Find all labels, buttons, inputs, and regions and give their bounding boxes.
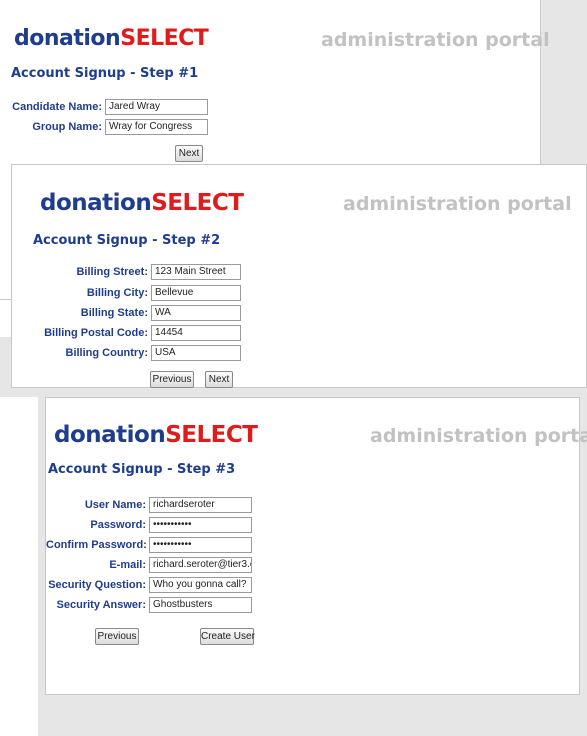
billing-country-input[interactable]: USA: [151, 345, 241, 361]
step3-field-row: User Name: richardseroter: [46, 496, 252, 514]
candidate-name-input[interactable]: Jared Wray: [105, 99, 208, 115]
field-label: Security Question:: [48, 579, 146, 591]
billing-city-input[interactable]: Bellevue: [151, 285, 241, 301]
step2-field-row: Billing City: Bellevue: [12, 284, 241, 302]
confirm-password-input[interactable]: •••••••••••: [149, 537, 252, 553]
portal-title: administration portal: [370, 425, 587, 447]
step2-heading: Account Signup - Step #2: [33, 233, 221, 248]
field-label: Confirm Password:: [46, 539, 147, 551]
step2-field-row: Billing Postal Code: 14454: [12, 324, 252, 342]
step1-field-row: Group Name: Wray for Congress: [0, 118, 208, 136]
step3-panel: donationSELECT administration portal Acc…: [45, 397, 587, 695]
step3-previous-button[interactable]: Previous: [95, 628, 139, 645]
brand-logo-part1: donation: [14, 26, 121, 51]
field-label: Billing Street:: [76, 266, 148, 278]
security-answer-input[interactable]: Ghostbusters: [149, 597, 252, 613]
billing-postal-code-input[interactable]: 14454: [151, 325, 241, 341]
step2-next-button[interactable]: Next: [205, 371, 233, 388]
create-user-button[interactable]: Create User: [200, 628, 255, 645]
brand-logo-part2: SELECT: [165, 422, 258, 448]
field-label: Password:: [90, 519, 146, 531]
step3-heading: Account Signup - Step #3: [48, 462, 236, 477]
step3-field-row: Security Answer: Ghostbusters: [46, 596, 252, 614]
brand-logo: donationSELECT: [14, 26, 209, 51]
step2-field-row: Billing Country: USA: [12, 344, 241, 362]
step2-previous-button[interactable]: Previous: [150, 371, 194, 388]
brand-logo: donationSELECT: [40, 190, 244, 216]
step3-field-row: E-mail: richard.seroter@tier3.com: [46, 556, 252, 574]
password-input[interactable]: •••••••••••: [149, 517, 252, 533]
step3-field-row: Security Question: Who you gonna call?: [46, 576, 252, 594]
billing-state-input[interactable]: WA: [151, 305, 241, 321]
step3-field-row: Password: •••••••••••: [46, 516, 252, 534]
brand-logo: donationSELECT: [54, 422, 258, 448]
step2-field-row: Billing Street: 123 Main Street: [12, 263, 241, 281]
step2-field-row: Billing State: WA: [12, 304, 241, 322]
step2-panel: donationSELECT administration portal Acc…: [11, 164, 587, 388]
billing-street-input[interactable]: 123 Main Street: [151, 264, 241, 280]
step1-next-button[interactable]: Next: [175, 145, 203, 162]
field-label: Candidate Name:: [12, 101, 102, 113]
brand-logo-part1: donation: [40, 190, 152, 216]
field-label: Group Name:: [32, 121, 102, 133]
field-label: Billing Postal Code:: [44, 327, 148, 339]
step1-field-row: Candidate Name: Jared Wray: [0, 98, 208, 116]
portal-title: administration portal: [343, 193, 572, 215]
step1-heading: Account Signup - Step #1: [11, 66, 199, 81]
portal-title: administration portal: [321, 29, 550, 51]
field-label: Billing City:: [86, 287, 148, 299]
user-name-input[interactable]: richardseroter: [149, 497, 252, 513]
brand-logo-part2: SELECT: [151, 190, 244, 216]
security-question-input[interactable]: Who you gonna call?: [149, 577, 252, 593]
field-label: Billing Country:: [65, 347, 149, 359]
group-name-input[interactable]: Wray for Congress: [105, 119, 208, 135]
field-label: Billing State:: [80, 307, 148, 319]
brand-logo-part2: SELECT: [120, 26, 209, 51]
brand-logo-part1: donation: [54, 422, 166, 448]
step3-field-row: Confirm Password: •••••••••••: [46, 536, 252, 554]
field-label: E-mail:: [109, 559, 146, 571]
email-input[interactable]: richard.seroter@tier3.com: [149, 557, 252, 573]
field-label: Security Answer:: [56, 599, 146, 611]
backdrop-shade-right: [540, 0, 587, 168]
field-label: User Name:: [84, 499, 146, 511]
